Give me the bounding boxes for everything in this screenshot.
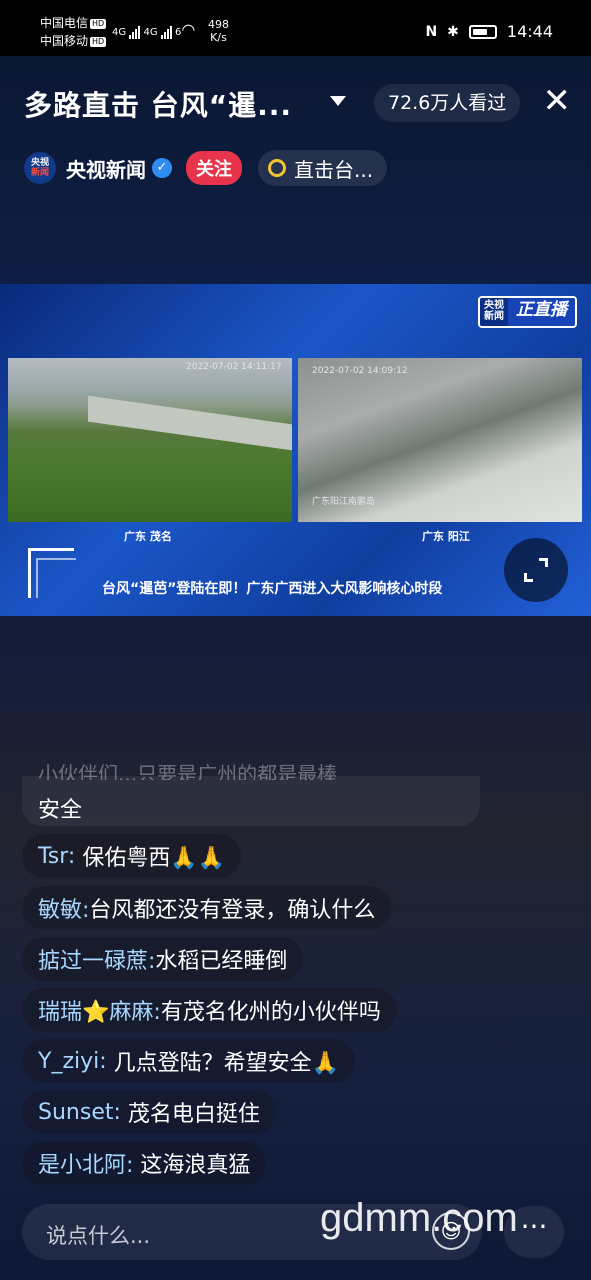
live-header: 多路直击 台风“暹... 72.6万人看过 ✕ (0, 72, 591, 136)
carrier-2: 中国移动 HD (40, 34, 107, 48)
camera-feed-maoming: 2022-07-02 14:11:17 (8, 358, 292, 522)
chat-message: 是小北阿: 这海浪真猛 (22, 1141, 267, 1185)
chat-message: 掂过一碌蔗: 水稻已经睡倒 (22, 937, 304, 981)
fullscreen-button[interactable] (504, 538, 568, 602)
video-player[interactable]: 央视 新闻 正直播 2022-07-02 14:11:17 2022-07-02 … (0, 284, 591, 616)
follow-button[interactable]: 关注 (186, 151, 242, 185)
status-bar: 中国电信 HD 中国移动 HD 4G 4G 6◠ 498 K/s N ✱ 14:44 (0, 0, 591, 56)
topic-label: 直击台... (294, 157, 374, 182)
close-icon[interactable]: ✕ (543, 84, 572, 118)
chat-message: 瑞瑞⭐麻麻: 有茂名化州的小伙伴吗 (22, 988, 397, 1032)
expand-icon (524, 558, 548, 582)
feed-caption-2: 广东 阳江 (422, 530, 470, 543)
carrier-1: 中国电信 HD (40, 16, 107, 30)
emoji-icon[interactable]: ☺ (432, 1212, 470, 1250)
chat-message: Sunset: 茂名电白挺住 (22, 1090, 276, 1134)
chat-message: 安全 (22, 776, 480, 826)
watermark: gdmm.com (320, 1196, 518, 1240)
battery-icon (468, 24, 497, 39)
channel-row: 央视 新闻 央视新闻 ✓ 关注 直击台... (24, 150, 388, 186)
channel-name[interactable]: 央视新闻 (66, 154, 146, 183)
more-icon[interactable]: ··· (504, 1206, 564, 1258)
verified-icon: ✓ (152, 158, 172, 178)
comment-placeholder: 说点什么... (46, 1224, 151, 1248)
chevron-down-icon[interactable] (330, 96, 346, 106)
flame-icon (268, 159, 286, 177)
viewer-count[interactable]: 72.6万人看过 (374, 84, 521, 122)
topic-button[interactable]: 直击台... (258, 150, 388, 186)
news-ticker: 台风“暹芭”登陆在即！广东广西进入大风影响核心时段 (102, 581, 443, 597)
chat-message: 敏敏: 台风都还没有登录，确认什么 (22, 886, 392, 930)
live-title: 多路直击 台风“暹... (24, 89, 293, 122)
camera-feed-yangjiang: 2022-07-02 14:09:12 广东阳江南鹏岛 (298, 358, 582, 522)
channel-avatar[interactable]: 央视 新闻 (24, 152, 56, 184)
feed-caption-1: 广东 茂名 (124, 530, 172, 543)
chat-message: Tsr: 保佑粤西🙏🙏 (22, 834, 242, 878)
chat-message: Y_ziyi: 几点登陆？希望安全🙏 (22, 1039, 356, 1083)
clock: 14:44 (506, 22, 553, 41)
network-speed: 498 K/s (208, 18, 229, 44)
live-badge: 央视 新闻 正直播 (478, 296, 577, 328)
signal-icon: 4G 4G 6◠ (112, 20, 196, 39)
nfc-icon: N (425, 23, 438, 40)
bluetooth-icon: ✱ (447, 23, 459, 40)
